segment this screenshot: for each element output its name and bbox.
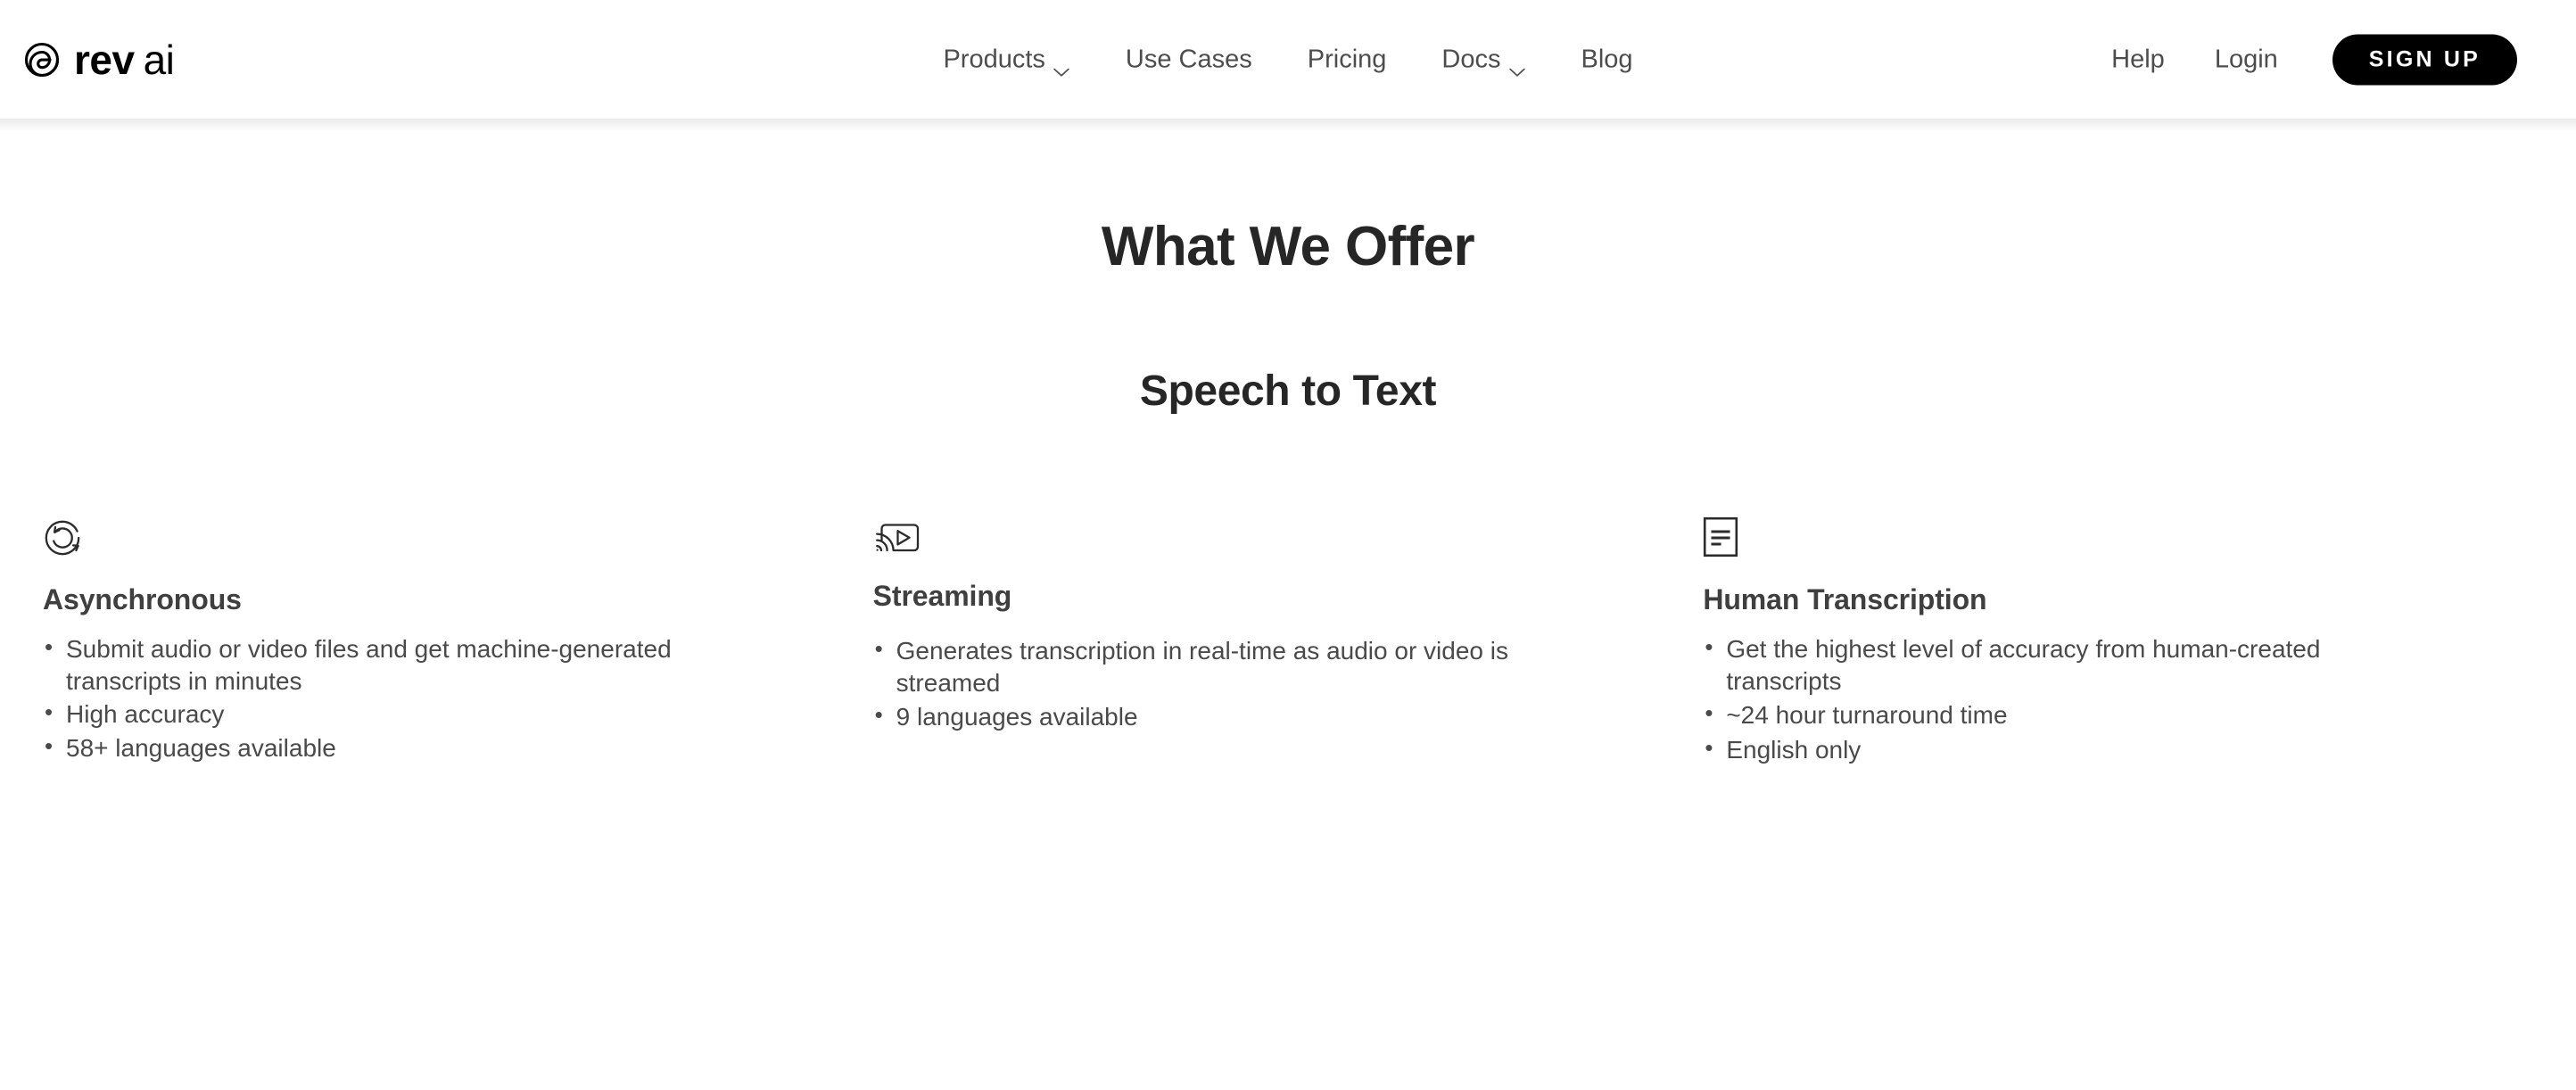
logo-word-rev: rev — [74, 36, 135, 83]
feature-card-streaming: Streaming Generates transcription in rea… — [873, 499, 1704, 736]
feature-card-asynchronous: Asynchronous Submit audio or video files… — [43, 499, 873, 766]
nav-label-docs: Docs — [1441, 45, 1501, 73]
list-item: 58+ languages available — [43, 731, 775, 764]
nav-item-products[interactable]: Products — [915, 36, 1097, 83]
nav-label-use-cases: Use Cases — [1125, 45, 1252, 73]
list-item: Submit audio or video files and get mach… — [43, 632, 775, 697]
list-item: High accuracy — [43, 698, 775, 731]
sign-up-button[interactable]: SIGN UP — [2332, 34, 2517, 85]
feature-bullets-asynchronous: Submit audio or video files and get mach… — [43, 632, 775, 764]
logo-wordmark: rev ai — [74, 36, 175, 83]
feature-heading-streaming: Streaming — [872, 579, 1012, 612]
nav-label-blog: Blog — [1581, 45, 1633, 73]
nav-item-use-cases[interactable]: Use Cases — [1098, 36, 1280, 83]
list-item: Get the highest level of accuracy from h… — [1703, 632, 2435, 697]
login-link[interactable]: Login — [2190, 36, 2303, 83]
header-utility-area: Help Login SIGN UP — [2086, 34, 2517, 85]
feature-bullets-human-transcription: Get the highest level of accuracy from h… — [1703, 632, 2435, 766]
feature-heading-asynchronous: Asynchronous — [43, 582, 242, 615]
nav-item-blog[interactable]: Blog — [1553, 36, 1660, 83]
list-item: English only — [1703, 733, 2435, 766]
feature-card-human-transcription: Human Transcription Get the highest leve… — [1703, 499, 2533, 769]
feature-heading-human-transcription: Human Transcription — [1703, 582, 1987, 615]
nav-item-pricing[interactable]: Pricing — [1280, 36, 1415, 83]
nav-label-products: Products — [943, 45, 1045, 73]
nav-item-docs[interactable]: Docs — [1414, 36, 1553, 83]
async-circular-arrows-icon — [43, 499, 775, 557]
logo-link[interactable]: rev ai — [20, 36, 175, 83]
chevron-down-icon — [1053, 54, 1070, 77]
list-item: Generates transcription in real-time as … — [873, 634, 1606, 698]
page-title: What We Offer — [1101, 216, 1475, 277]
logo-word-ai: ai — [143, 36, 175, 83]
main-content: What We Offer Speech to Text Asynchronou… — [0, 119, 2576, 769]
nav-label-pricing: Pricing — [1307, 45, 1387, 73]
feature-bullets-streaming: Generates transcription in real-time as … — [873, 634, 1606, 733]
list-item: ~24 hour turnaround time — [1703, 698, 2435, 731]
feature-grid: Asynchronous Submit audio or video files… — [0, 499, 2576, 769]
rev-spiral-logo-icon — [20, 37, 64, 82]
site-header: rev ai Products Use Cases Pricing Docs B… — [0, 0, 2576, 119]
primary-nav: Products Use Cases Pricing Docs Blog — [915, 36, 1660, 83]
document-lines-icon — [1703, 499, 2435, 557]
chevron-down-icon — [1508, 54, 1525, 77]
streaming-cast-play-icon — [873, 499, 1606, 557]
subsection-title-speech-to-text: Speech to Text — [1139, 367, 1437, 416]
list-item: 9 languages available — [873, 700, 1606, 733]
help-link[interactable]: Help — [2086, 36, 2190, 83]
